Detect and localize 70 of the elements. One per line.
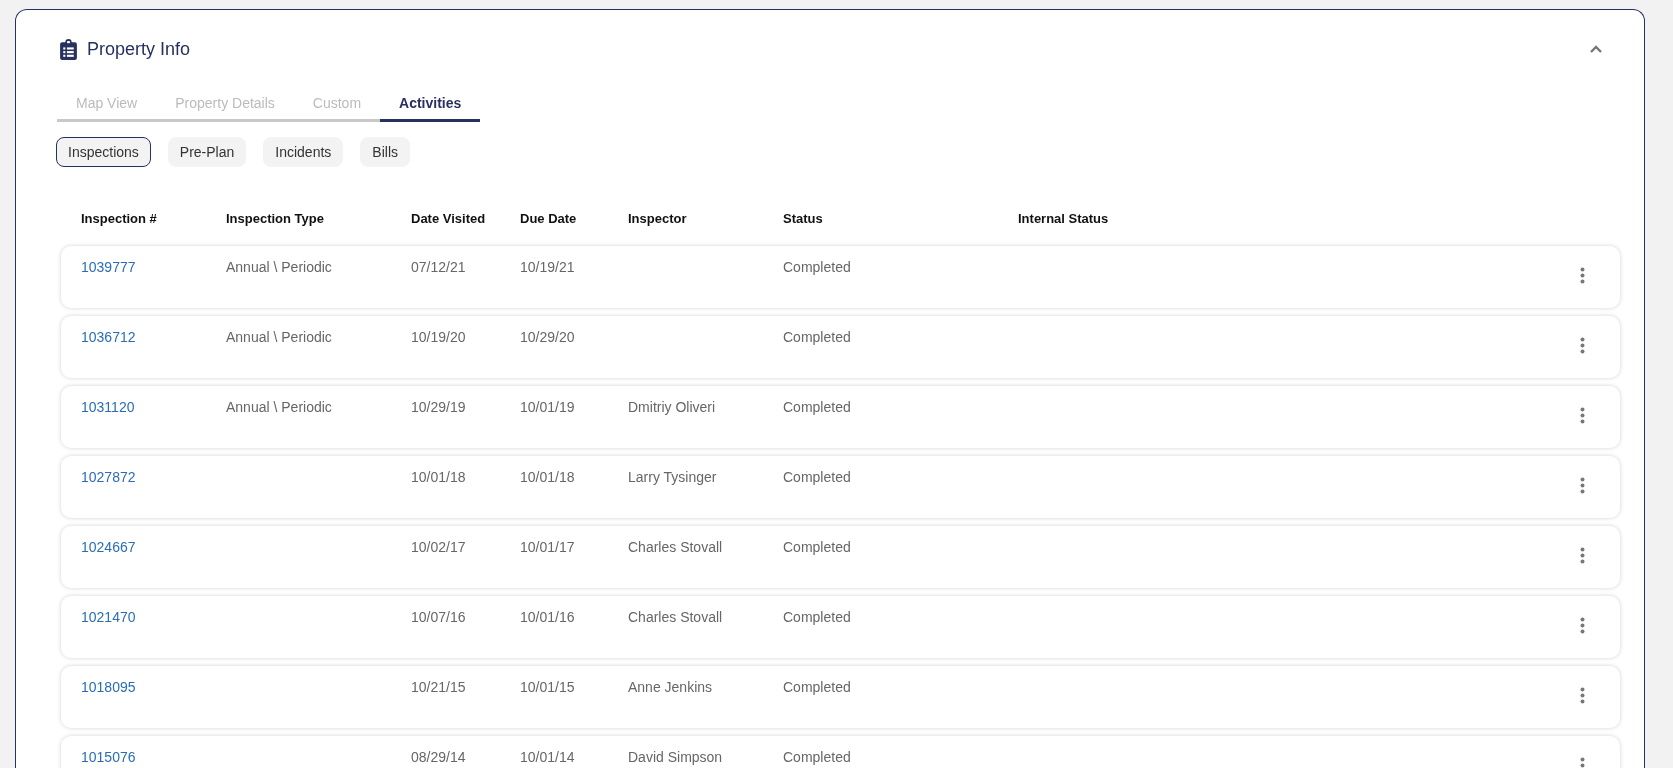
table-cell-text: 10/01/14 <box>520 748 576 765</box>
table-cell-text: 10/01/19 <box>520 398 576 415</box>
dots-icon <box>1580 337 1585 354</box>
inspection-link[interactable]: 1039777 <box>81 246 226 275</box>
more-options-icon[interactable] <box>1580 407 1585 424</box>
table-cell-text: Charles Stovall <box>628 608 724 625</box>
table-cell-text: 10/01/17 <box>520 538 576 555</box>
dots-icon <box>1580 477 1585 494</box>
column-header: Internal Status <box>1018 211 1110 226</box>
dots-icon <box>1580 407 1585 424</box>
table-cell-text: Completed <box>783 748 852 765</box>
dots-icon <box>1580 547 1585 564</box>
inspection-link[interactable]: 1015076 <box>81 736 226 765</box>
table-cell-text: Completed <box>783 398 852 415</box>
filter-chip[interactable]: Pre-Plan <box>167 137 247 167</box>
table-cell-text: Completed <box>783 328 852 345</box>
column-header: Inspector <box>628 211 688 226</box>
more-options-icon[interactable] <box>1580 687 1585 704</box>
table-cell-text: Charles Stovall <box>628 538 724 555</box>
column-header: Date Visited <box>411 211 487 226</box>
chevron-up-icon <box>1589 45 1603 54</box>
table-cell-text: David Simpson <box>628 748 724 765</box>
inspection-link[interactable]: 1021470 <box>81 596 226 625</box>
table-cell-text: Annual \ Periodic <box>226 328 333 345</box>
inspection-link[interactable]: 1027872 <box>81 456 226 485</box>
more-options-icon[interactable] <box>1580 267 1585 284</box>
panel-title: Property Info <box>87 39 192 60</box>
table-cell-text: 10/01/18 <box>411 468 467 485</box>
dots-icon <box>1580 617 1585 634</box>
table-cell-text: 10/02/17 <box>411 538 467 555</box>
column-header: Inspection Type <box>226 211 325 226</box>
table-cell-text: Anne Jenkins <box>628 678 714 695</box>
column-header: Due Date <box>520 211 578 226</box>
table-cell-text: 10/01/15 <box>520 678 576 695</box>
table-cell-text: Completed <box>783 468 852 485</box>
clipboard-icon <box>60 39 77 60</box>
more-options-icon[interactable] <box>1580 337 1585 354</box>
inspection-link[interactable]: 1031120 <box>81 386 226 415</box>
more-options-icon[interactable] <box>1580 477 1585 494</box>
more-options-icon[interactable] <box>1580 547 1585 564</box>
table-cell-text: 10/01/18 <box>520 468 576 485</box>
table-cell-text: Completed <box>783 258 852 275</box>
filter-chip[interactable]: Inspections <box>56 137 151 167</box>
tab[interactable]: Activities <box>380 89 481 122</box>
table-cell-text: Completed <box>783 538 852 555</box>
table-cell-text: 10/29/19 <box>411 398 467 415</box>
table-cell-text: 10/21/15 <box>411 678 467 695</box>
table-cell-text: Completed <box>783 678 852 695</box>
column-header: Inspection # <box>81 211 158 226</box>
table-cell-text: 10/19/21 <box>520 258 576 275</box>
filter-chip[interactable]: Bills <box>360 137 410 167</box>
column-header: Status <box>783 211 824 226</box>
table-cell-text: 10/01/16 <box>520 608 576 625</box>
dots-icon <box>1580 687 1585 704</box>
table-cell-text: 10/07/16 <box>411 608 467 625</box>
inspection-link[interactable]: 1036712 <box>81 316 226 345</box>
table-cell-text: Larry Tysinger <box>628 468 718 485</box>
dots-icon <box>1580 267 1585 284</box>
inspection-link[interactable]: 1018095 <box>81 666 226 695</box>
table-cell-text: 08/29/14 <box>411 748 467 765</box>
table-cell-text: Dmitriy Oliveri <box>628 398 717 415</box>
more-options-icon[interactable] <box>1580 617 1585 634</box>
table-cell-text: 10/19/20 <box>411 328 467 345</box>
table-cell-text: Completed <box>783 608 852 625</box>
table-cell-text: Annual \ Periodic <box>226 398 333 415</box>
table-cell-text: 10/29/20 <box>520 328 576 345</box>
table-cell-text: 07/12/21 <box>411 258 467 275</box>
table-cell-text: Annual \ Periodic <box>226 258 333 275</box>
inspection-link[interactable]: 1024667 <box>81 526 226 555</box>
filter-chip[interactable]: Incidents <box>263 137 344 167</box>
